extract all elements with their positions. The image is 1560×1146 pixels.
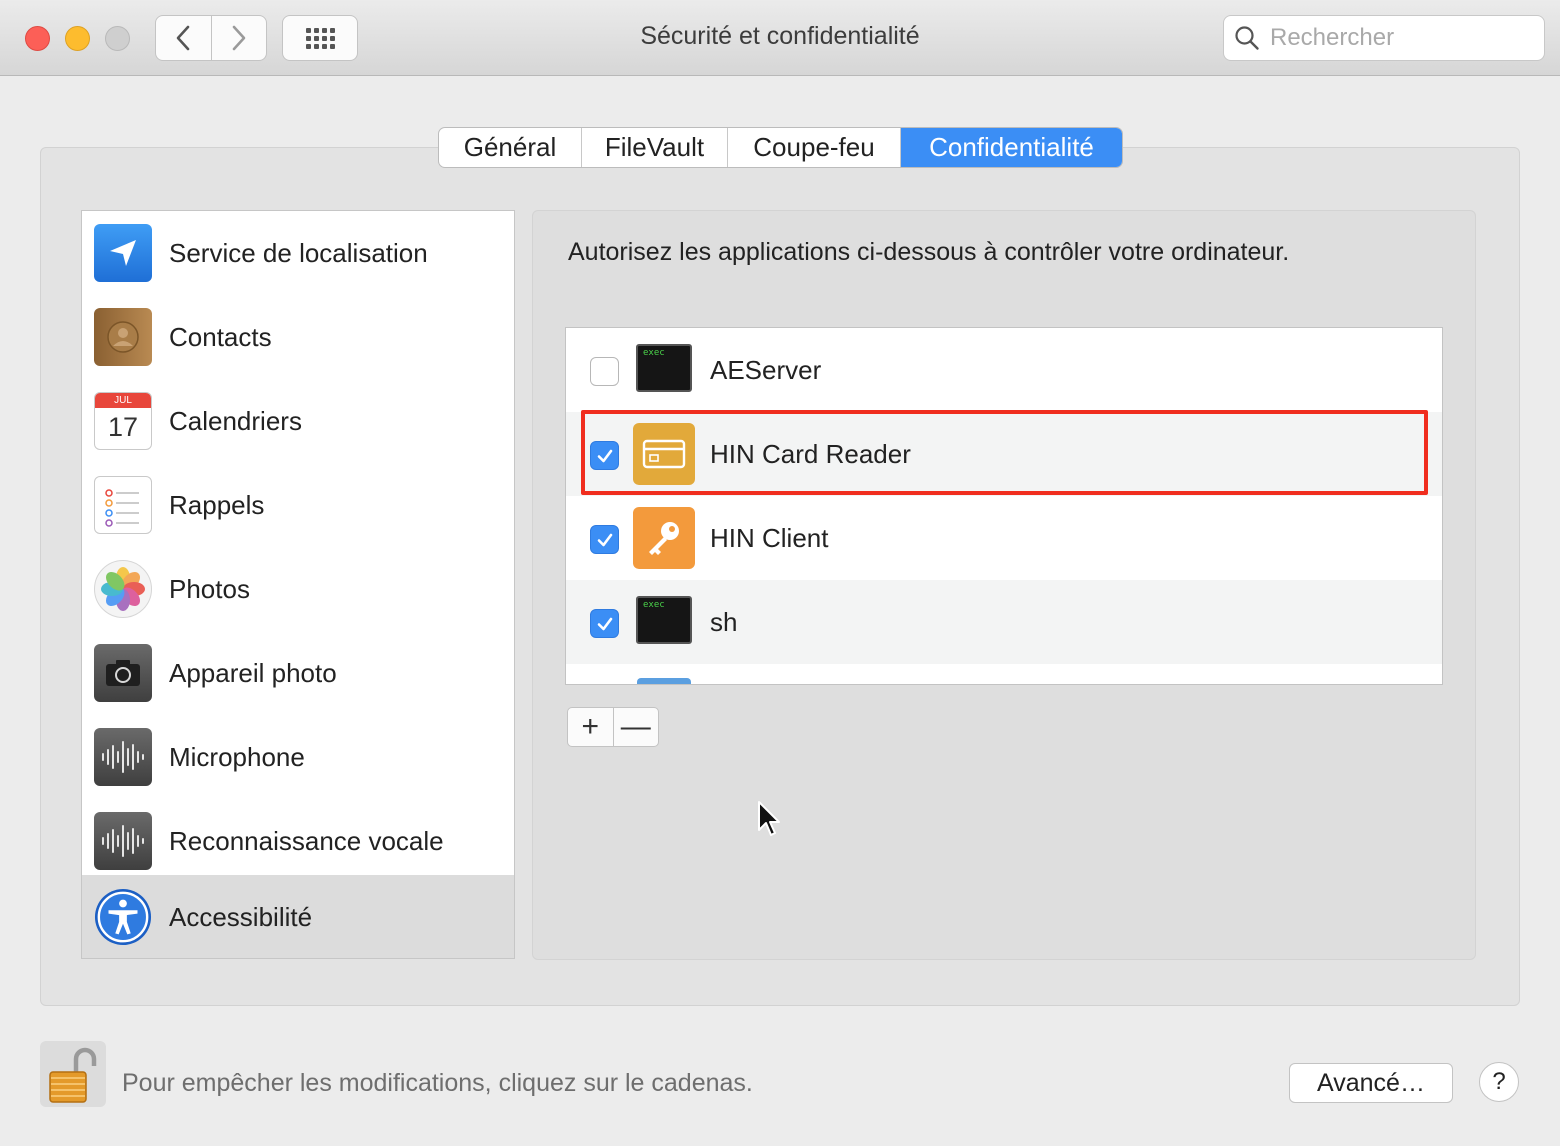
exec-terminal-icon: exec bbox=[636, 596, 692, 644]
checkmark-icon bbox=[597, 449, 612, 462]
camera-icon bbox=[94, 644, 152, 702]
accessibility-description: Autorisez les applications ci-dessous à … bbox=[568, 238, 1290, 266]
app-label: HIN Card Reader bbox=[710, 439, 911, 469]
app-row-hin-client: HIN Client bbox=[566, 496, 1442, 580]
app-row-sh: exec sh bbox=[566, 580, 1442, 664]
location-arrow-icon bbox=[94, 224, 152, 282]
lock-instruction: Pour empêcher les modifications, cliquez… bbox=[122, 1069, 753, 1097]
help-button[interactable]: ? bbox=[1479, 1062, 1519, 1102]
unlocked-padlock-icon bbox=[49, 1047, 97, 1103]
app-row-hin-card-reader: HIN Card Reader bbox=[566, 412, 1442, 496]
exec-label: exec bbox=[643, 600, 665, 610]
sidebar-item-location[interactable]: Service de localisation bbox=[82, 211, 514, 295]
sidebar-item-label: Rappels bbox=[169, 489, 265, 520]
sidebar-item-label: Reconnaissance vocale bbox=[169, 825, 444, 856]
app-list: exec AEServer HIN Card Reader HIN Client… bbox=[565, 327, 1443, 685]
privacy-category-list: Service de localisation Contacts JUL 17 … bbox=[81, 210, 515, 959]
tab-firewall[interactable]: Coupe-feu bbox=[727, 128, 900, 167]
sidebar-item-label: Calendriers bbox=[169, 405, 302, 436]
sidebar-item-label: Microphone bbox=[169, 741, 305, 772]
app-label: AEServer bbox=[710, 355, 822, 385]
reminders-list-icon bbox=[94, 476, 152, 534]
app-row-partial bbox=[566, 664, 1442, 684]
calendar-icon: JUL 17 bbox=[94, 392, 152, 450]
title-bar: Sécurité et confidentialité bbox=[0, 0, 1560, 76]
tab-privacy[interactable]: Confidentialité bbox=[900, 128, 1122, 167]
app-checkbox-aeserver[interactable] bbox=[590, 357, 619, 386]
card-reader-icon bbox=[633, 423, 695, 485]
checkmark-icon bbox=[597, 617, 612, 630]
advanced-button[interactable]: Avancé… bbox=[1289, 1063, 1453, 1103]
sidebar-item-label: Photos bbox=[169, 573, 250, 604]
tab-general[interactable]: Général bbox=[439, 128, 581, 167]
sidebar-item-label: Service de localisation bbox=[169, 237, 428, 268]
app-checkbox-hin-client[interactable] bbox=[590, 525, 619, 554]
calendar-day: 17 bbox=[107, 412, 139, 442]
exec-terminal-icon: exec bbox=[636, 344, 692, 392]
app-checkbox-hin-card-reader[interactable] bbox=[590, 441, 619, 470]
sidebar-item-label: Accessibilité bbox=[169, 901, 313, 932]
contacts-book-icon bbox=[94, 308, 152, 366]
tab-filevault[interactable]: FileVault bbox=[581, 128, 727, 167]
app-label: sh bbox=[710, 607, 738, 637]
checkmark-icon bbox=[597, 533, 612, 546]
sidebar-item-calendars[interactable]: JUL 17 Calendriers bbox=[82, 379, 514, 463]
photos-flower-icon bbox=[94, 560, 152, 618]
accessibility-icon bbox=[94, 888, 152, 946]
mouse-pointer-icon bbox=[758, 801, 780, 836]
add-remove-controls: + — bbox=[567, 707, 659, 747]
partial-app-icon bbox=[637, 678, 691, 684]
sidebar-item-accessibility[interactable]: Accessibilité bbox=[82, 875, 514, 958]
lock-button[interactable] bbox=[40, 1041, 106, 1107]
app-checkbox-sh[interactable] bbox=[590, 609, 619, 638]
sidebar-item-camera[interactable]: Appareil photo bbox=[82, 631, 514, 715]
app-label: HIN Client bbox=[710, 523, 829, 553]
sidebar-item-contacts[interactable]: Contacts bbox=[82, 295, 514, 379]
search-icon bbox=[1235, 26, 1259, 50]
sidebar-item-microphone[interactable]: Microphone bbox=[82, 715, 514, 799]
microphone-waveform-icon bbox=[94, 728, 152, 786]
remove-app-button[interactable]: — bbox=[612, 708, 659, 746]
sidebar-item-label: Contacts bbox=[169, 321, 272, 352]
search-input[interactable] bbox=[1270, 24, 1530, 52]
key-icon bbox=[633, 507, 695, 569]
add-app-button[interactable]: + bbox=[568, 708, 613, 746]
tab-bar: Général FileVault Coupe-feu Confidential… bbox=[438, 127, 1123, 168]
sidebar-item-photos[interactable]: Photos bbox=[82, 547, 514, 631]
search-field[interactable] bbox=[1223, 15, 1545, 61]
exec-label: exec bbox=[643, 348, 665, 358]
sidebar-item-label: Appareil photo bbox=[169, 657, 337, 688]
sidebar-item-speech-recognition[interactable]: Reconnaissance vocale bbox=[82, 799, 514, 883]
calendar-month: JUL bbox=[95, 393, 151, 408]
app-row-aeserver: exec AEServer bbox=[566, 328, 1442, 412]
speech-waveform-icon bbox=[94, 812, 152, 870]
sidebar-item-reminders[interactable]: Rappels bbox=[82, 463, 514, 547]
